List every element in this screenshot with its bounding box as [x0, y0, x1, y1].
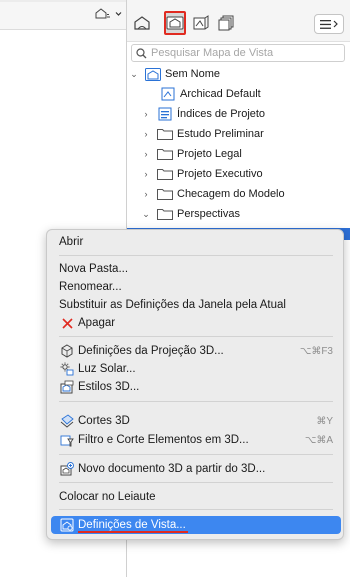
chevron-down-icon[interactable]: ⌄ — [141, 209, 151, 220]
chevron-right-icon[interactable]: › — [141, 129, 151, 139]
search-field[interactable] — [131, 44, 345, 62]
menu-separator — [59, 401, 333, 402]
folder-icon — [157, 147, 173, 161]
folder-icon — [157, 207, 173, 221]
search-icon — [136, 47, 147, 58]
project-map-icon — [134, 16, 150, 30]
menu-separator — [59, 255, 333, 256]
folder-icon — [157, 167, 173, 181]
menu-item-replace-settings[interactable]: Substituir as Definições da Janela pela … — [47, 296, 345, 314]
shortcut-label: ⌥⌘F3 — [299, 345, 333, 357]
menu-separator — [59, 509, 333, 510]
red-underline-annotation — [78, 531, 188, 533]
menu-item-new-3d-document[interactable]: Novo documento 3D a partir do 3D... — [47, 460, 345, 478]
tree-item-indices[interactable]: › Índices de Projeto — [141, 104, 265, 124]
hamburger-icon — [320, 19, 331, 29]
layout-book-icon — [193, 15, 209, 30]
publisher-sets-button[interactable] — [215, 12, 237, 34]
search-input[interactable] — [151, 47, 341, 59]
chevron-down-icon[interactable]: ⌄ — [129, 69, 139, 80]
navigator-toolbar — [127, 0, 350, 42]
tree-item-archicad-default[interactable]: Archicad Default — [144, 84, 261, 104]
view-options-icon — [95, 8, 110, 19]
tree-item-label: Archicad Default — [180, 88, 261, 100]
folder-icon — [157, 187, 173, 201]
menu-item-new-folder[interactable]: Nova Pasta... — [47, 260, 345, 278]
view-settings-icon — [60, 518, 74, 532]
view-map-icon — [166, 16, 184, 30]
menu-separator — [59, 482, 333, 483]
chevron-right-icon[interactable]: › — [141, 149, 151, 159]
folder-icon — [157, 127, 173, 141]
cut-3d-icon — [60, 414, 74, 428]
menu-item-open[interactable]: Abrir — [47, 233, 345, 251]
tree-item-sem-nome[interactable]: ⌄ Sem Nome — [129, 64, 220, 84]
projection-3d-icon — [60, 344, 74, 358]
tree-item-label: Projeto Legal — [177, 148, 242, 160]
chevron-right-icon[interactable]: › — [141, 169, 151, 179]
shortcut-label: ⌥⌘A — [304, 434, 333, 446]
sun-icon — [60, 362, 74, 376]
view-settings-icon — [160, 87, 176, 101]
menu-item-cuts-3d[interactable]: Cortes 3D ⌘Y — [47, 412, 345, 430]
menu-item-filter-cut[interactable]: Filtro e Corte Elementos em 3D... ⌥⌘A — [47, 431, 345, 449]
tree-item-label: Projeto Executivo — [177, 168, 263, 180]
tree-item-estudo-preliminar[interactable]: › Estudo Preliminar — [141, 124, 264, 144]
context-menu: Abrir Nova Pasta... Renomear... Substitu… — [46, 229, 344, 540]
filter-cut-icon — [60, 433, 74, 447]
tree-item-projeto-executivo[interactable]: › Projeto Executivo — [141, 164, 263, 184]
tree-item-projeto-legal[interactable]: › Projeto Legal — [141, 144, 242, 164]
tree-item-label: Estudo Preliminar — [177, 128, 264, 140]
menu-separator — [59, 454, 333, 455]
layout-book-button[interactable] — [190, 12, 212, 34]
view-map-button[interactable] — [164, 11, 186, 35]
new-3d-document-icon — [60, 462, 74, 476]
left-toolbar — [0, 2, 126, 30]
index-icon — [157, 107, 173, 121]
panel-menu-button[interactable] — [314, 14, 344, 34]
menu-item-view-settings[interactable]: Definições de Vista... — [51, 516, 341, 534]
menu-item-sun[interactable]: Luz Solar... — [47, 360, 345, 378]
menu-item-delete[interactable]: Apagar — [47, 314, 345, 332]
menu-separator — [59, 336, 333, 337]
project-view-icon — [145, 67, 161, 81]
menu-item-place-layout[interactable]: Colocar no Leiaute — [47, 488, 345, 506]
shortcut-label: ⌘Y — [316, 415, 333, 427]
tree-item-perspectivas[interactable]: ⌄ Perspectivas — [141, 204, 240, 224]
chevron-down-icon — [115, 12, 122, 16]
styles-3d-icon — [60, 380, 74, 394]
delete-x-icon — [60, 316, 74, 330]
chevron-right-icon[interactable]: › — [141, 109, 151, 119]
chevron-right-icon[interactable]: › — [141, 189, 151, 199]
chevron-right-icon — [333, 20, 338, 28]
tree-item-label: Sem Nome — [165, 68, 221, 80]
publisher-sets-icon — [218, 15, 234, 31]
tree-item-checagem-modelo[interactable]: › Checagem do Modelo — [141, 184, 285, 204]
tree-item-label: Perspectivas — [177, 208, 240, 220]
tree-item-label: Checagem do Modelo — [177, 188, 285, 200]
menu-item-styles-3d[interactable]: Estilos 3D... — [47, 378, 345, 396]
menu-item-rename[interactable]: Renomear... — [47, 278, 345, 296]
tree-item-label: Índices de Projeto — [177, 108, 266, 120]
project-map-button[interactable] — [131, 12, 153, 34]
menu-item-projection-3d[interactable]: Definições da Projeção 3D... ⌥⌘F3 — [47, 342, 345, 360]
view-options-button[interactable] — [95, 8, 122, 20]
